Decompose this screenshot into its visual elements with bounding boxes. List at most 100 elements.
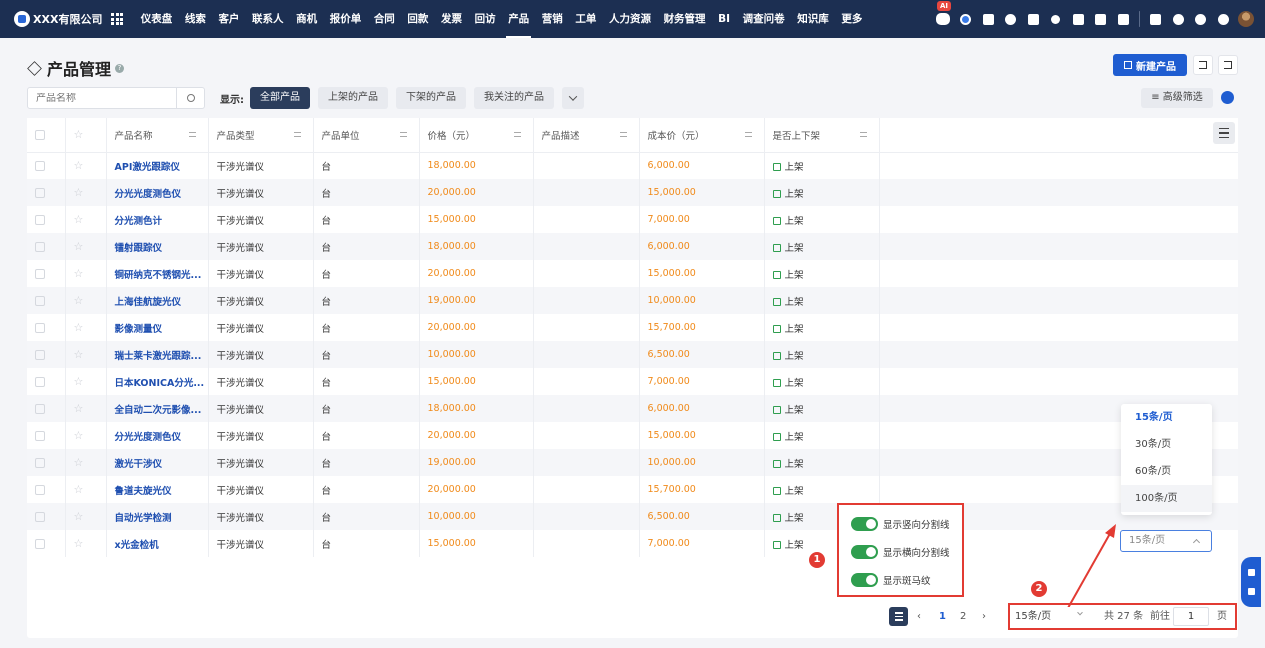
column-header[interactable]: 价格（元） (419, 118, 534, 153)
row-star-cell[interactable]: ☆ (65, 152, 107, 179)
chat-icon[interactable] (955, 0, 978, 38)
row-checkbox[interactable] (35, 511, 45, 522)
table-row[interactable]: ☆ 分光测色计 干涉光谱仪台 15,000.00 7,000.00 上架 (27, 206, 1238, 233)
row-star-cell[interactable]: ☆ (65, 206, 107, 233)
row-checkbox[interactable] (35, 187, 45, 198)
star-icon[interactable]: ☆ (74, 348, 84, 361)
star-icon[interactable]: ☆ (74, 429, 84, 442)
page-2-button[interactable]: 2 (960, 607, 966, 626)
row-checkbox[interactable] (35, 160, 45, 171)
filter-icon[interactable] (293, 132, 301, 137)
filter-tab[interactable]: 下架的产品 (396, 87, 466, 109)
select-all-checkbox[interactable] (35, 129, 45, 140)
task-check-icon[interactable] (1022, 0, 1045, 38)
pagination-view-toggle[interactable] (889, 607, 908, 626)
nav-item[interactable]: 报价单 (323, 0, 367, 38)
filter-tab[interactable]: 全部产品 (250, 87, 310, 109)
product-name-link[interactable]: API激光跟踪仪 (106, 152, 209, 179)
page-size-option[interactable]: 100条/页 (1121, 485, 1212, 512)
column-header[interactable]: 是否上下架 (764, 118, 880, 153)
row-star-cell[interactable]: ☆ (65, 233, 107, 260)
product-name-link[interactable]: 全自动二次元影像... (106, 395, 209, 422)
refresh-icon[interactable] (1221, 91, 1234, 104)
float-tool-icon[interactable] (1247, 569, 1255, 576)
table-row[interactable]: ☆ API激光跟踪仪 干涉光谱仪台 18,000.00 6,000.00 上架 (27, 152, 1238, 179)
row-star-cell[interactable]: ☆ (65, 503, 107, 530)
row-checkbox-cell[interactable] (27, 449, 66, 476)
row-checkbox-cell[interactable] (27, 503, 66, 530)
row-checkbox[interactable] (35, 349, 45, 360)
column-header[interactable]: 产品单位 (313, 118, 420, 153)
product-name-link[interactable]: x光金检机 (106, 530, 209, 557)
product-name-link[interactable]: 影像测量仪 (106, 314, 209, 341)
row-checkbox-cell[interactable] (27, 233, 66, 260)
floating-side-tools[interactable] (1241, 557, 1261, 607)
nav-item[interactable]: 人力资源 (603, 0, 658, 38)
nav-item[interactable]: 产品 (502, 0, 536, 38)
table-row[interactable]: ☆ 全自动二次元影像... 干涉光谱仪台 18,000.00 6,000.00 上架 (27, 395, 1238, 422)
row-checkbox-cell[interactable] (27, 422, 66, 449)
table-row[interactable]: ☆ 上海佳航旋光仪 干涉光谱仪台 19,000.00 10,000.00 上架 (27, 287, 1238, 314)
nav-item[interactable]: 发票 (435, 0, 469, 38)
filter-icon[interactable] (744, 132, 752, 137)
nav-item[interactable]: 客户 (212, 0, 246, 38)
star-icon[interactable]: ☆ (74, 321, 84, 334)
goto-page-input[interactable]: 1 (1173, 607, 1209, 626)
nav-item[interactable]: 财务管理 (657, 0, 712, 38)
row-checkbox[interactable] (35, 457, 45, 468)
toggle-switch[interactable] (851, 545, 878, 559)
nav-item[interactable]: 商机 (290, 0, 324, 38)
row-star-cell[interactable]: ☆ (65, 530, 107, 557)
star-icon[interactable]: ☆ (74, 402, 84, 415)
row-checkbox[interactable] (35, 538, 45, 549)
nav-item[interactable]: 回访 (468, 0, 502, 38)
row-checkbox[interactable] (35, 241, 45, 252)
product-name-link[interactable]: 上海佳航旋光仪 (106, 287, 209, 314)
row-star-cell[interactable]: ☆ (65, 368, 107, 395)
page-size-option[interactable]: 60条/页 (1121, 458, 1212, 485)
row-checkbox[interactable] (35, 295, 45, 306)
page-size-select[interactable]: 15条/页 (1012, 607, 1094, 626)
table-row[interactable]: ☆ 自动光学检测 干涉光谱仪台 10,000.00 6,500.00 上架 (27, 503, 1238, 530)
row-checkbox-cell[interactable] (27, 368, 66, 395)
search-button[interactable] (177, 87, 205, 109)
nav-item[interactable]: 线索 (179, 0, 213, 38)
filter-icon[interactable] (619, 132, 627, 137)
report-icon[interactable] (1145, 0, 1168, 38)
row-star-cell[interactable]: ☆ (65, 422, 107, 449)
column-settings-button[interactable] (1213, 122, 1235, 144)
row-star-cell[interactable]: ☆ (65, 449, 107, 476)
product-name-link[interactable]: 自动光学检测 (106, 503, 209, 530)
filter-icon[interactable] (859, 132, 867, 137)
row-star-cell[interactable]: ☆ (65, 179, 107, 206)
nav-item[interactable]: BI (712, 0, 737, 38)
product-name-link[interactable]: 激光干涉仪 (106, 449, 209, 476)
nav-item[interactable]: 联系人 (246, 0, 290, 38)
user-avatar[interactable] (1235, 0, 1258, 38)
filter-icon[interactable] (513, 132, 521, 137)
table-row[interactable]: ☆ 分光光度测色仪 干涉光谱仪台 20,000.00 15,000.00 上架 (27, 179, 1238, 206)
nav-item[interactable]: 更多 (835, 0, 869, 38)
row-checkbox-cell[interactable] (27, 152, 66, 179)
horizontal-divider-toggle[interactable]: 显示横向分割线 (851, 545, 950, 559)
row-checkbox-cell[interactable] (27, 206, 66, 233)
star-icon[interactable]: ☆ (74, 240, 84, 253)
row-star-cell[interactable]: ☆ (65, 287, 107, 314)
float-tool-icon[interactable] (1247, 588, 1255, 595)
import-button[interactable] (1193, 55, 1213, 75)
row-checkbox-cell[interactable] (27, 476, 66, 503)
row-checkbox-cell[interactable] (27, 287, 66, 314)
more-filters-button[interactable] (562, 87, 584, 109)
star-icon[interactable]: ☆ (74, 537, 84, 550)
star-icon[interactable]: ☆ (74, 483, 84, 496)
star-icon[interactable]: ☆ (74, 510, 84, 523)
row-star-cell[interactable]: ☆ (65, 395, 107, 422)
table-row[interactable]: ☆ 鲁道夫旋光仪 干涉光谱仪台 20,000.00 15,700.00 上架 (27, 476, 1238, 503)
row-checkbox[interactable] (35, 214, 45, 225)
globe-icon[interactable] (1000, 0, 1023, 38)
bell-icon[interactable] (1167, 0, 1190, 38)
prev-page-button[interactable]: ‹ (917, 607, 921, 626)
star-icon[interactable]: ☆ (74, 213, 84, 226)
product-name-link[interactable]: 分光光度测色仪 (106, 422, 209, 449)
table-row[interactable]: ☆ 镭射跟踪仪 干涉光谱仪台 18,000.00 6,000.00 上架 (27, 233, 1238, 260)
